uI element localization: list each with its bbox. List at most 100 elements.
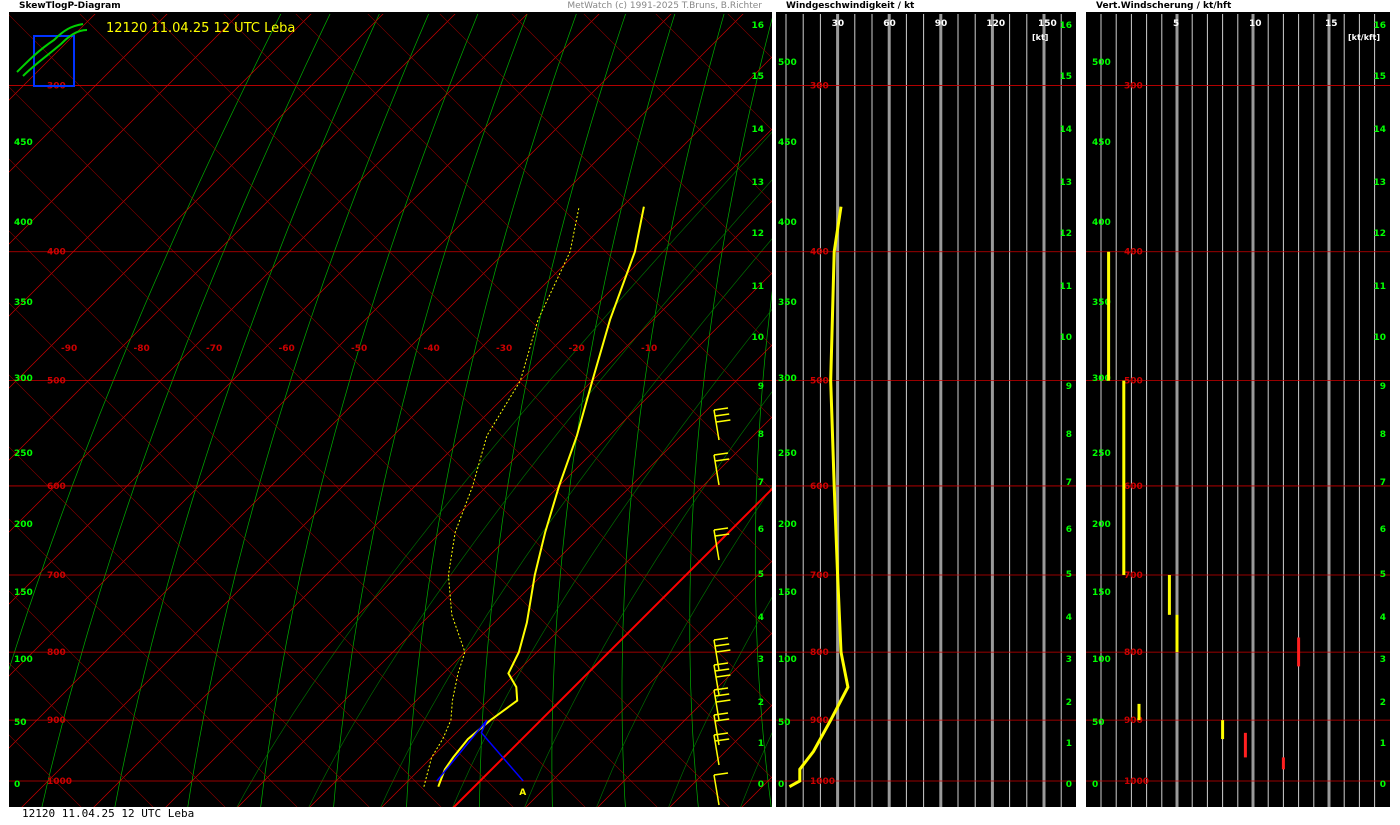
wind-left-axis-label: 500 [778, 58, 797, 68]
temperature-label: -20 [569, 344, 585, 354]
isotherm [525, 560, 772, 807]
left-axis-label: 450 [14, 138, 33, 148]
wind-isobar-label: 400 [810, 248, 829, 258]
shear-panel: Vert.Windscherung / kt/hft 5 10 15 [kt/kft]… [1086, 0, 1390, 807]
mixing-line [295, 14, 772, 491]
wind-barb-flag [713, 732, 729, 736]
wind-x-tick: 150 [1038, 19, 1057, 29]
shear-left-axis-label: 200 [1092, 520, 1111, 530]
mixing-line [583, 14, 772, 203]
isotherm [237, 272, 772, 807]
wind-isobar-label: 1000 [810, 777, 835, 787]
left-axis-label: 50 [14, 718, 27, 728]
wind-barb-flag [713, 452, 729, 456]
moist-adiabat [236, 131, 772, 807]
wind-right-axis-label: 16 [1059, 21, 1072, 31]
temperature-curve [437, 206, 645, 788]
shear-isobar-label: 500 [1124, 377, 1143, 387]
right-axis-label: 13 [751, 178, 764, 188]
mixing-line [9, 734, 82, 807]
wind-right-axis-label: 6 [1066, 525, 1072, 535]
isotherm [9, 14, 528, 533]
right-axis-label: 0 [758, 780, 764, 790]
wind-left-axis-label: 350 [778, 298, 797, 308]
shear-right-axis-label: 16 [1373, 21, 1386, 31]
isotherm [9, 14, 672, 677]
shear-left-axis-label: 50 [1092, 718, 1105, 728]
isotherm [165, 200, 772, 807]
shear-left-axis-label: 400 [1092, 218, 1111, 228]
skewt-grid [9, 14, 772, 807]
wind-barb-flag [716, 699, 731, 703]
right-axis-label: 3 [758, 655, 764, 665]
mixing-line [151, 14, 772, 635]
isotherm [9, 14, 384, 389]
station-title: 12120 11.04.25 12 UTC Leba [106, 21, 296, 36]
wind-right-axis-label: 5 [1066, 570, 1072, 580]
wind-right-axis-label: 10 [1059, 333, 1072, 343]
skewt-chart: 2003004005006007008009001000-90-80-70-60… [9, 14, 772, 807]
wind-right-axis-label: 15 [1059, 72, 1072, 82]
wind-left-axis-label: 150 [778, 588, 797, 598]
mixing-line [9, 302, 514, 807]
wind-speed-panel: Windgeschwindigkeit / kt 30 60 90 120 150 [kt… [776, 0, 1076, 807]
shear-unit: [kt/kft] [1348, 33, 1380, 42]
wind-right-axis-label: 1 [1066, 739, 1072, 749]
wind-left-axis-label: 200 [778, 520, 797, 530]
mixing-line [511, 14, 772, 275]
temperature-label: -30 [496, 344, 512, 354]
mixing-line [439, 14, 772, 347]
shear-left-axis-label: 150 [1092, 588, 1111, 598]
moist-adiabat [740, 732, 772, 807]
wind-isobar-label: 700 [810, 571, 829, 581]
wind-right-axis-label: 7 [1066, 478, 1072, 488]
isotherm [309, 344, 772, 807]
isobar-label: 500 [47, 377, 66, 387]
left-axis-label: 250 [14, 449, 33, 459]
mixing-line [9, 14, 772, 779]
isobar-label: 700 [47, 571, 66, 581]
shear-isobar-label: 700 [1124, 571, 1143, 581]
wind-right-axis-label: 12 [1059, 229, 1072, 239]
shear-right-axis-label: 14 [1373, 125, 1386, 135]
mixing-line [655, 14, 772, 131]
right-axis-label: 12 [751, 229, 764, 239]
right-axis-label: 6 [758, 525, 764, 535]
right-axis-label: 4 [758, 613, 764, 623]
shear-left-axis-label: 250 [1092, 449, 1111, 459]
wind-left-axis-label: 450 [778, 138, 797, 148]
mixing-line [79, 14, 772, 707]
wind-barb-flag [715, 668, 730, 672]
mixing-line [9, 446, 370, 807]
shear-right-axis-label: 5 [1380, 570, 1386, 580]
wind-right-axis-label: 4 [1066, 613, 1072, 623]
right-axis-label: 2 [758, 698, 764, 708]
skewt-panel: SkewTlogP-Diagram MetWatch (c) 1991-2025… [9, 0, 772, 807]
wind-unit: [kt] [1032, 33, 1048, 42]
right-axis-label: 14 [751, 125, 764, 135]
wind-speed-chart: 306090120150[kt]200300400500600700800900… [776, 14, 1076, 807]
shear-left-axis-label: 450 [1092, 138, 1111, 148]
shear-right-axis-label: 7 [1380, 478, 1386, 488]
zero-isotherm [452, 487, 772, 807]
dry-adiabat [187, 14, 429, 807]
wind-isobar-label: 600 [810, 482, 829, 492]
moist-adiabat [452, 308, 772, 807]
isotherm [9, 14, 456, 461]
isobar-label: 600 [47, 482, 66, 492]
shear-x-tick: 5 [1173, 19, 1179, 29]
isotherm [93, 128, 772, 807]
wind-isobar-label: 300 [810, 82, 829, 92]
wind-right-axis-label: 0 [1066, 780, 1072, 790]
left-axis-label: 350 [14, 298, 33, 308]
wind-barb-flag [715, 693, 730, 697]
shear-isobar-label: 600 [1124, 482, 1143, 492]
shear-isobar-label: 1000 [1124, 777, 1149, 787]
wind-barb-flag [713, 662, 729, 666]
shear-right-axis-label: 0 [1380, 780, 1386, 790]
shear-left-axis-label: 0 [1092, 780, 1098, 790]
wind-left-axis-label: 300 [778, 374, 797, 384]
wind-barb-flag [715, 458, 730, 462]
mixing-line [9, 230, 586, 807]
wind-barb-flag [713, 687, 729, 691]
